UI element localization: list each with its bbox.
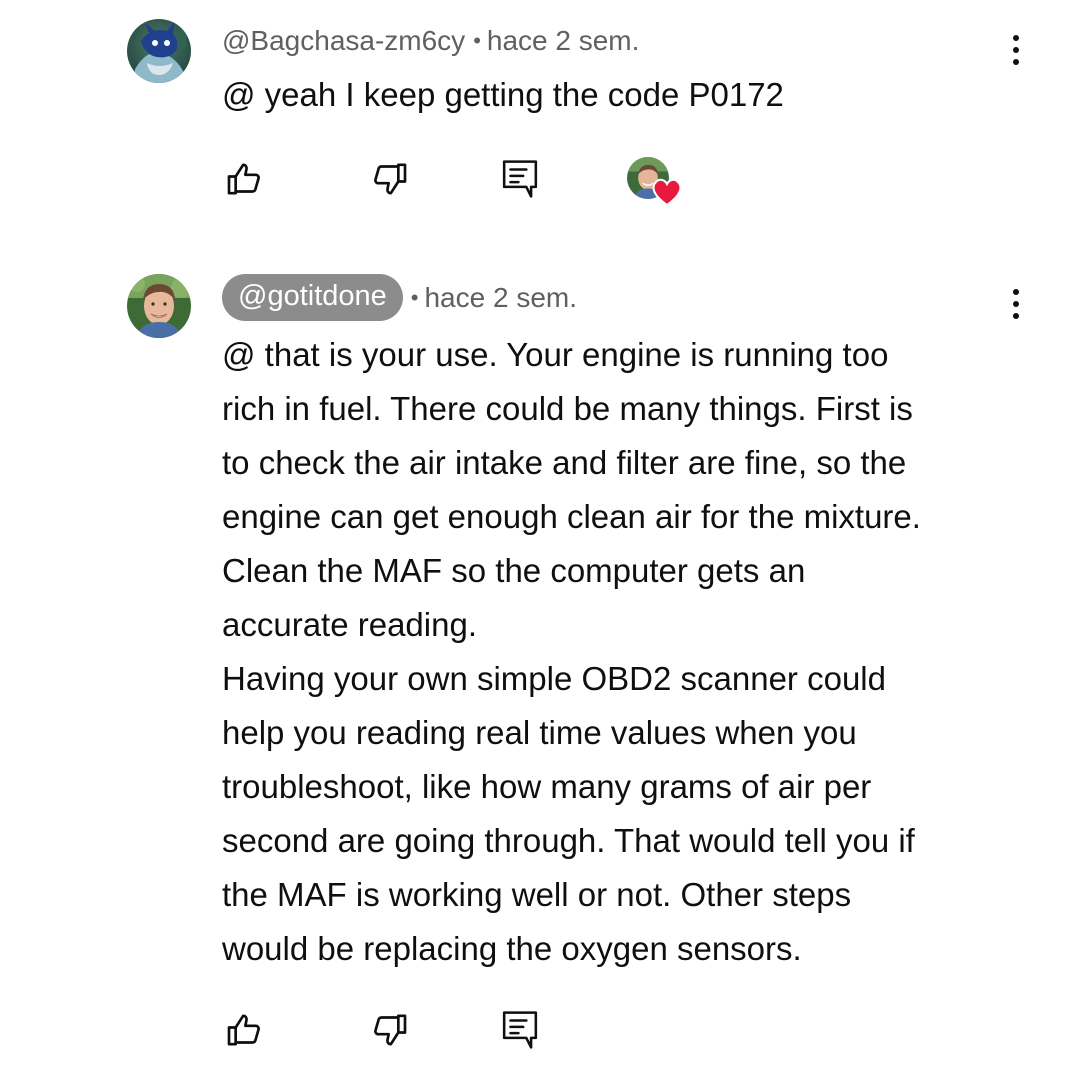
comment-text: @ yeah I keep getting the code P0172 bbox=[222, 76, 784, 113]
like-button[interactable] bbox=[222, 1006, 266, 1054]
heart-icon bbox=[652, 178, 682, 207]
thumbs-down-icon bbox=[374, 1014, 407, 1046]
more-vertical-icon[interactable] bbox=[1000, 282, 1032, 326]
comment-timestamp: hace 2 sem. bbox=[486, 25, 640, 56]
comment-timestamp: hace 2 sem. bbox=[424, 281, 578, 313]
reply-button[interactable] bbox=[498, 1006, 542, 1054]
meta-separator: • bbox=[410, 284, 419, 310]
avatar[interactable] bbox=[127, 19, 191, 83]
reply-button[interactable] bbox=[498, 155, 542, 203]
thumbs-up-icon bbox=[227, 163, 260, 195]
reply-comment-icon bbox=[502, 1011, 538, 1049]
author-handle[interactable]: @Bagchasa-zm6cy bbox=[222, 25, 465, 57]
reply-comment-icon bbox=[502, 160, 538, 198]
thumbs-down-icon bbox=[374, 163, 407, 195]
comment-actions bbox=[222, 155, 722, 207]
dislike-button[interactable] bbox=[368, 155, 412, 203]
comment-meta: @Bagchasa-zm6cy • hace 2 sem. bbox=[222, 25, 639, 57]
comment-actions bbox=[222, 1006, 722, 1056]
creator-heart bbox=[627, 157, 683, 209]
comment-meta: @gotitdone • hace 2 sem. bbox=[222, 274, 577, 321]
dislike-button[interactable] bbox=[368, 1006, 412, 1054]
meta-separator: • bbox=[473, 28, 481, 53]
avatar[interactable] bbox=[127, 274, 191, 338]
like-button[interactable] bbox=[222, 155, 266, 203]
creator-handle-badge[interactable]: @gotitdone bbox=[222, 274, 403, 321]
comment-text: @ that is your use. Your engine is runni… bbox=[222, 336, 921, 967]
more-vertical-icon[interactable] bbox=[1000, 28, 1032, 72]
thumbs-up-icon bbox=[227, 1014, 260, 1046]
